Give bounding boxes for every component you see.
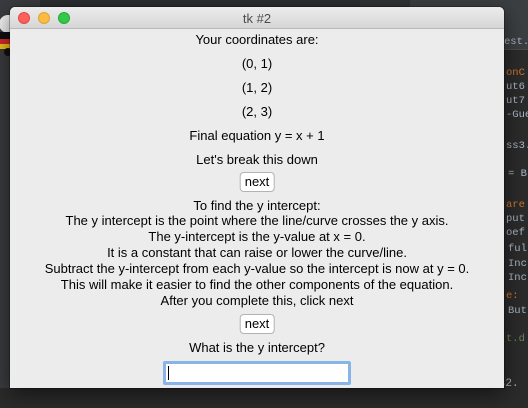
window-content: Your coordinates are: (0, 1) (1, 2) (2, … [10, 29, 504, 387]
code-line: put [506, 213, 525, 225]
next-button[interactable]: next [239, 314, 275, 334]
code-line: -Gue [506, 109, 528, 121]
code-line: = B [508, 168, 527, 180]
window-title: tk #2 [242, 11, 272, 26]
tk-window: tk #2 Your coordinates are: (0, 1) (1, 2… [10, 7, 504, 388]
code-line: Inc [508, 272, 527, 284]
explanation-line: Subtract the y-intercept from each y-val… [44, 261, 470, 276]
editor-bottom-area [0, 388, 528, 408]
code-line: onC [506, 67, 525, 79]
explanation-line: This will make it easier to find the oth… [60, 277, 454, 292]
y-intercept-input[interactable] [163, 361, 351, 385]
intercept-question: What is the y intercept? [189, 340, 325, 355]
code-line: ut7 [506, 95, 525, 107]
final-equation-label: Final equation y = x + 1 [189, 128, 325, 143]
editor-tab-file: est.p [504, 36, 528, 48]
window-titlebar[interactable]: tk #2 [10, 7, 504, 29]
explanation-line: The y intercept is the point where the l… [65, 213, 449, 228]
explanation-line: After you complete this, click next [160, 293, 354, 308]
code-line: But [508, 305, 527, 317]
code-line: ful [508, 243, 527, 255]
code-line: e: [506, 290, 519, 302]
code-line: oef [506, 227, 525, 239]
coordinate-label: (1, 2) [241, 80, 273, 95]
coordinates-header: Your coordinates are: [195, 32, 319, 47]
explanation-line: The y-intercept is the y-value at x = 0. [148, 229, 366, 244]
code-line: ss3. [506, 140, 528, 152]
explanation-line: It is a constant that can raise or lower… [107, 245, 407, 260]
code-line: t.d [506, 333, 525, 345]
coordinate-label: (2, 3) [241, 104, 273, 119]
text-caret [168, 366, 169, 380]
break-down-label: Let's break this down [196, 152, 318, 167]
coordinate-label: (0, 1) [241, 56, 273, 71]
find-intercept-heading: To find the y intercept: [193, 198, 321, 213]
code-line: are [506, 199, 525, 211]
next-button[interactable]: next [239, 172, 275, 192]
code-line: Inc [508, 258, 527, 270]
code-line: ut6 [506, 81, 525, 93]
